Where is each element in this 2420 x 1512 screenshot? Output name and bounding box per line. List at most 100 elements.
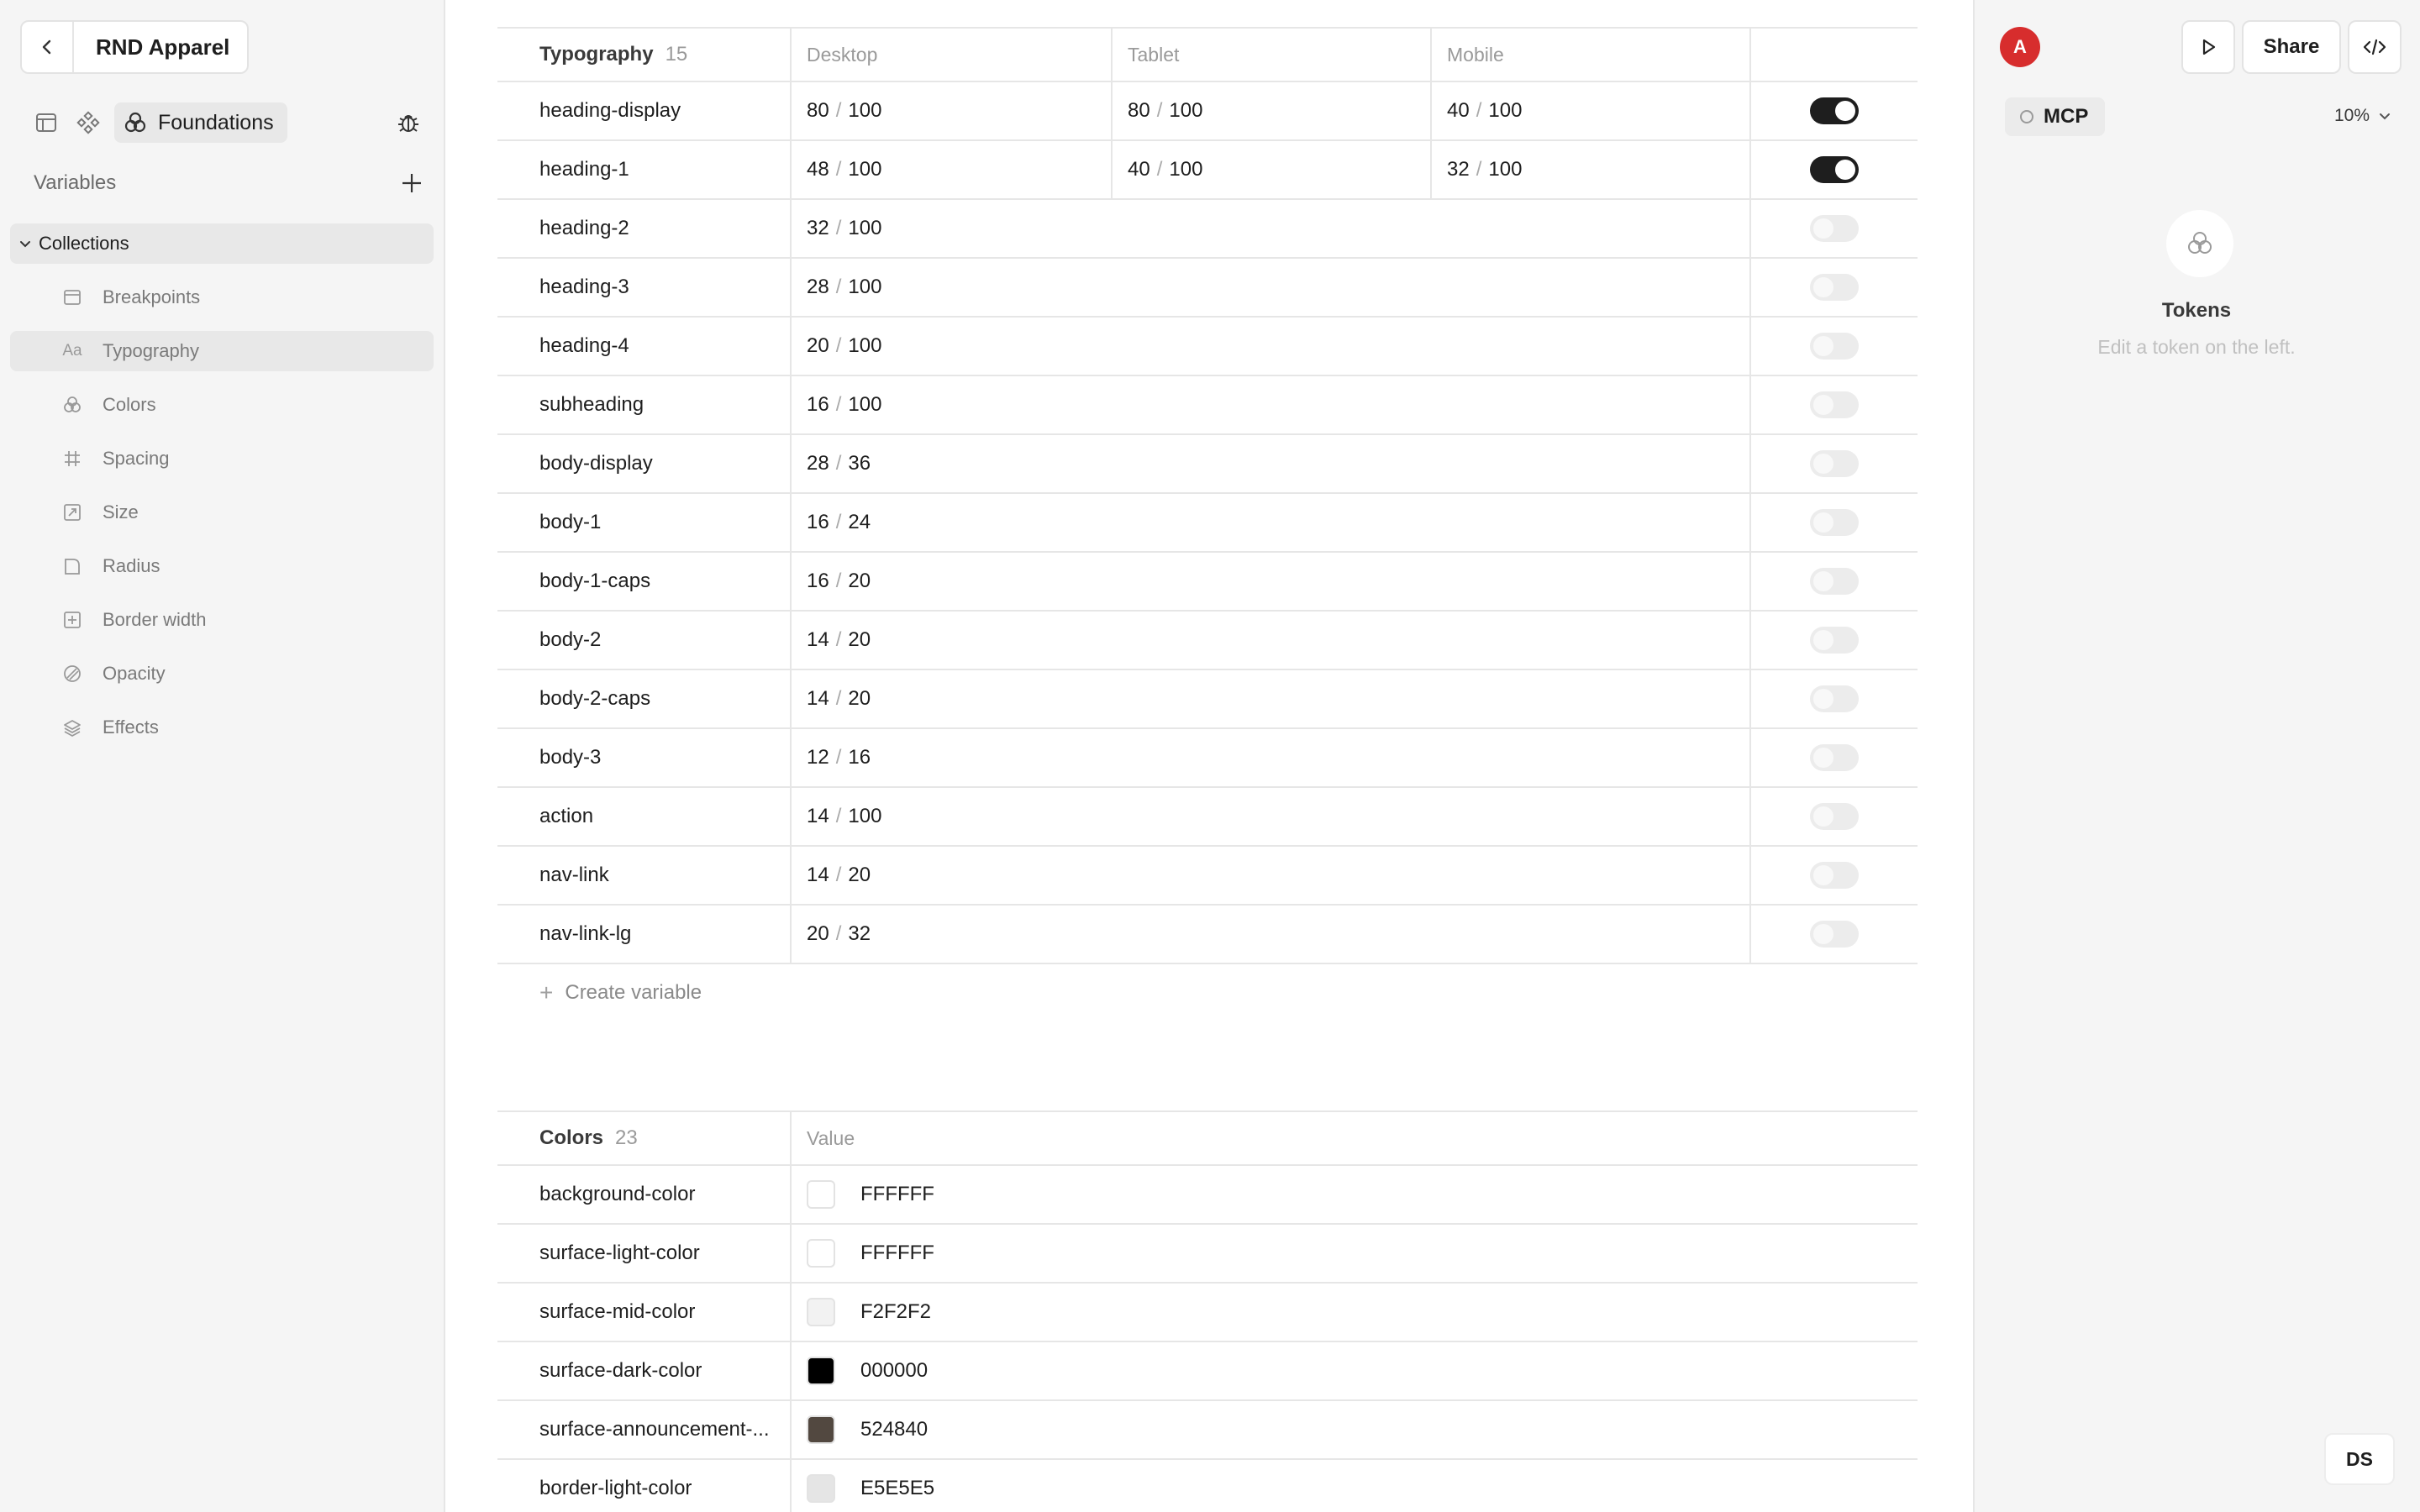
desktop-value-cell[interactable]: 16 / 20: [792, 553, 1111, 610]
table-row[interactable]: background-color FFFFFF: [497, 1166, 1918, 1225]
variable-name[interactable]: body-2-caps: [497, 670, 792, 727]
variable-name[interactable]: background-color: [497, 1166, 792, 1223]
responsive-toggle[interactable]: [1810, 215, 1859, 242]
responsive-toggle[interactable]: [1810, 862, 1859, 889]
sidebar-item-opacity[interactable]: Opacity: [10, 654, 434, 694]
responsive-toggle[interactable]: [1810, 803, 1859, 830]
column-header-value[interactable]: Value: [792, 1112, 1918, 1164]
color-swatch[interactable]: [807, 1239, 835, 1268]
table-row[interactable]: body-display 28 / 36: [497, 435, 1918, 494]
responsive-toggle[interactable]: [1810, 391, 1859, 418]
variable-name[interactable]: body-1-caps: [497, 553, 792, 610]
tablet-value-cell[interactable]: 40 / 100: [1111, 141, 1430, 198]
responsive-toggle[interactable]: [1810, 97, 1859, 124]
color-swatch[interactable]: [807, 1180, 835, 1209]
responsive-toggle[interactable]: [1810, 333, 1859, 360]
variable-name[interactable]: nav-link-lg: [497, 906, 792, 963]
back-button[interactable]: [22, 22, 74, 72]
table-row[interactable]: body-2-caps 14 / 20: [497, 670, 1918, 729]
variable-name[interactable]: border-light-color: [497, 1460, 792, 1512]
sidebar-item-breakpoints[interactable]: Breakpoints: [10, 277, 434, 318]
variable-name[interactable]: surface-light-color: [497, 1225, 792, 1282]
responsive-toggle[interactable]: [1810, 921, 1859, 948]
sidebar-item-effects[interactable]: Effects: [10, 707, 434, 748]
responsive-toggle[interactable]: [1810, 744, 1859, 771]
layout-mode-button[interactable]: [25, 102, 67, 143]
variable-name[interactable]: surface-announcement-...: [497, 1401, 792, 1458]
table-row[interactable]: surface-mid-color F2F2F2: [497, 1284, 1918, 1342]
color-swatch[interactable]: [807, 1357, 835, 1385]
variable-name[interactable]: body-3: [497, 729, 792, 786]
variable-name[interactable]: heading-1: [497, 141, 792, 198]
table-row[interactable]: body-2 14 / 20: [497, 612, 1918, 670]
responsive-toggle[interactable]: [1810, 685, 1859, 712]
desktop-value-cell[interactable]: 14 / 20: [792, 612, 1111, 669]
column-header-desktop[interactable]: Desktop: [792, 29, 1111, 81]
project-switcher[interactable]: RND Apparel: [20, 20, 249, 74]
variable-name[interactable]: subheading: [497, 376, 792, 433]
table-row[interactable]: heading-4 20 / 100: [497, 318, 1918, 376]
desktop-value-cell[interactable]: 14 / 20: [792, 847, 1111, 904]
desktop-value-cell[interactable]: 14 / 100: [792, 788, 1111, 845]
ds-button[interactable]: DS: [2324, 1433, 2395, 1485]
mcp-status-button[interactable]: MCP: [2005, 97, 2106, 136]
table-row[interactable]: heading-display 80 / 100 80 / 100 40 / 100: [497, 82, 1918, 141]
debug-button[interactable]: [390, 104, 427, 141]
preview-button[interactable]: [2181, 20, 2235, 74]
mobile-value-cell[interactable]: 32 / 100: [1430, 141, 1749, 198]
table-row[interactable]: nav-link 14 / 20: [497, 847, 1918, 906]
responsive-toggle[interactable]: [1810, 450, 1859, 477]
avatar[interactable]: A: [2000, 27, 2040, 67]
variable-name[interactable]: action: [497, 788, 792, 845]
color-value-cell[interactable]: FFFFFF: [792, 1225, 1918, 1282]
zoom-select[interactable]: 10%: [2334, 102, 2391, 129]
responsive-toggle[interactable]: [1810, 156, 1859, 183]
table-row[interactable]: body-3 12 / 16: [497, 729, 1918, 788]
tablet-value-cell[interactable]: 80 / 100: [1111, 82, 1430, 139]
desktop-value-cell[interactable]: 14 / 20: [792, 670, 1111, 727]
sidebar-item-colors[interactable]: Colors: [10, 385, 434, 425]
table-row[interactable]: heading-1 48 / 100 40 / 100 32 / 100: [497, 141, 1918, 200]
variable-name[interactable]: body-2: [497, 612, 792, 669]
desktop-value-cell[interactable]: 20 / 100: [792, 318, 1111, 375]
desktop-value-cell[interactable]: 80 / 100: [792, 82, 1111, 139]
table-row[interactable]: body-1-caps 16 / 20: [497, 553, 1918, 612]
sidebar-item-spacing[interactable]: Spacing: [10, 438, 434, 479]
variable-name[interactable]: nav-link: [497, 847, 792, 904]
color-swatch[interactable]: [807, 1474, 835, 1503]
add-variable-collection-button[interactable]: [395, 166, 429, 200]
table-row[interactable]: subheading 16 / 100: [497, 376, 1918, 435]
desktop-value-cell[interactable]: 28 / 36: [792, 435, 1111, 492]
variable-name[interactable]: surface-mid-color: [497, 1284, 792, 1341]
sidebar-item-typography[interactable]: Aa Typography: [10, 331, 434, 371]
table-row[interactable]: nav-link-lg 20 / 32: [497, 906, 1918, 964]
column-header-tablet[interactable]: Tablet: [1111, 29, 1430, 81]
variable-name[interactable]: surface-dark-color: [497, 1342, 792, 1399]
create-variable-button[interactable]: + Create variable: [497, 968, 702, 1018]
mobile-value-cell[interactable]: 40 / 100: [1430, 82, 1749, 139]
desktop-value-cell[interactable]: 28 / 100: [792, 259, 1111, 316]
collections-toggle[interactable]: Collections: [10, 223, 434, 264]
code-button[interactable]: [2348, 20, 2402, 74]
variable-name[interactable]: body-display: [497, 435, 792, 492]
sidebar-item-size[interactable]: Size: [10, 492, 434, 533]
table-row[interactable]: surface-dark-color 000000: [497, 1342, 1918, 1401]
color-swatch[interactable]: [807, 1415, 835, 1444]
responsive-toggle[interactable]: [1810, 627, 1859, 654]
column-header-mobile[interactable]: Mobile: [1430, 29, 1749, 81]
variable-name[interactable]: heading-display: [497, 82, 792, 139]
desktop-value-cell[interactable]: 12 / 16: [792, 729, 1111, 786]
components-mode-button[interactable]: [67, 102, 109, 143]
table-row[interactable]: surface-announcement-... 524840: [497, 1401, 1918, 1460]
color-swatch[interactable]: [807, 1298, 835, 1326]
table-row[interactable]: heading-2 32 / 100: [497, 200, 1918, 259]
share-button[interactable]: Share: [2242, 20, 2341, 74]
desktop-value-cell[interactable]: 16 / 24: [792, 494, 1111, 551]
desktop-value-cell[interactable]: 32 / 100: [792, 200, 1111, 257]
table-row[interactable]: heading-3 28 / 100: [497, 259, 1918, 318]
color-value-cell[interactable]: 524840: [792, 1401, 1918, 1458]
color-value-cell[interactable]: E5E5E5: [792, 1460, 1918, 1512]
table-row[interactable]: body-1 16 / 24: [497, 494, 1918, 553]
variable-name[interactable]: heading-2: [497, 200, 792, 257]
responsive-toggle[interactable]: [1810, 509, 1859, 536]
